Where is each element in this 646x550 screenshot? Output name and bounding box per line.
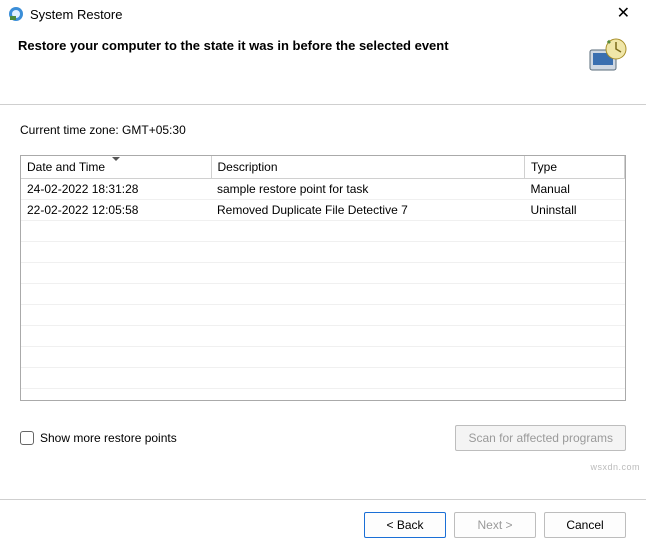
window-title: System Restore [30,7,122,22]
column-description[interactable]: Description [211,156,525,179]
back-button[interactable]: < Back [364,512,446,538]
next-button[interactable]: Next > [454,512,536,538]
system-restore-icon [8,6,24,22]
cell-desc: sample restore point for task [211,179,525,200]
content-area: Current time zone: GMT+05:30 Date and Ti… [0,105,646,499]
footer-buttons: < Back Next > Cancel [0,499,646,550]
page-heading: Restore your computer to the state it wa… [18,36,586,53]
timezone-label: Current time zone: GMT+05:30 [20,123,626,137]
cell-date: 24-02-2022 18:31:28 [21,179,211,200]
below-grid-row: Show more restore points Scan for affect… [20,425,626,451]
title-bar: System Restore ✕ [0,0,646,26]
table-header-row: Date and Time Description Type [21,156,625,179]
watermark: wsxdn.com [590,462,640,472]
cell-type: Manual [525,179,625,200]
scan-affected-button[interactable]: Scan for affected programs [455,425,626,451]
column-type[interactable]: Type [525,156,625,179]
header-area: Restore your computer to the state it wa… [0,26,646,104]
table-row[interactable]: 24-02-2022 18:31:28 sample restore point… [21,179,625,200]
restore-points-table[interactable]: Date and Time Description Type 24-02-202… [20,155,626,401]
close-button[interactable]: ✕ [609,6,638,22]
column-date[interactable]: Date and Time [21,156,211,179]
cell-date: 22-02-2022 12:05:58 [21,200,211,221]
cell-desc: Removed Duplicate File Detective 7 [211,200,525,221]
show-more-checkbox[interactable] [20,431,34,445]
show-more-label[interactable]: Show more restore points [40,431,177,445]
restore-hero-icon [586,36,628,78]
table-row[interactable]: 22-02-2022 12:05:58 Removed Duplicate Fi… [21,200,625,221]
cell-type: Uninstall [525,200,625,221]
cancel-button[interactable]: Cancel [544,512,626,538]
